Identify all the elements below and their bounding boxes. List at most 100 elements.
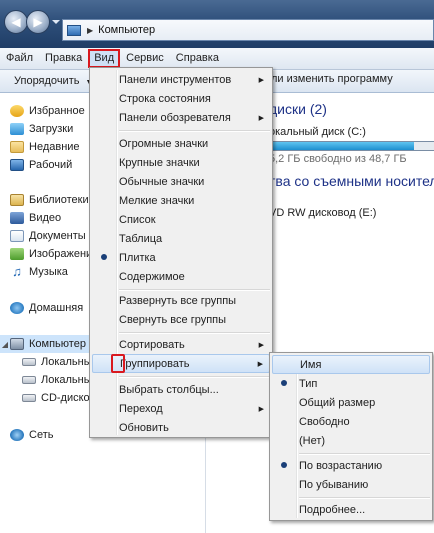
nav-homegroup[interactable]: Домашняя [0,299,92,317]
nav-label: Локальный [41,356,92,368]
menu-item-details[interactable]: Таблица [92,229,270,248]
pictures-library-icon [10,248,24,260]
star-icon [10,105,24,117]
nav-label: Компьютер [29,338,86,350]
menu-item-content[interactable]: Содержимое [92,267,270,286]
submenu-arrow-icon: ▶ [258,341,264,349]
nav-computer[interactable]: ◢ Компьютер [0,335,92,353]
recent-places-icon [10,141,24,153]
menu-item-large-icons[interactable]: Крупные значки [92,153,270,172]
nav-label: Библиотеки [29,194,89,206]
menu-item-extra-large-icons[interactable]: Огромные значки [92,134,270,153]
nav-desktop[interactable]: Рабочий [0,156,92,174]
radio-selected-icon [281,462,287,468]
menu-item-explorer-bars[interactable]: Панели обозревателя ▶ [92,108,270,127]
menu-view[interactable]: Вид [88,49,121,68]
menu-item-sort-by[interactable]: Сортировать ▶ [92,335,270,354]
menu-edit[interactable]: Правка [39,49,88,68]
submenu-arrow-icon: ▶ [258,114,264,122]
title-bar: ◀ ▶ ▶ Компьютер [0,0,434,48]
nav-libraries[interactable]: Библиотеки [0,191,92,209]
menu-item-medium-icons[interactable]: Обычные значки [92,172,270,191]
nav-downloads[interactable]: Загрузки [0,120,92,138]
nav-label: Рабочий [29,159,73,171]
nav-pictures[interactable]: Изображения [0,245,92,263]
organize-label: Упорядочить [14,75,80,87]
recent-pages-dropdown-icon[interactable] [52,20,60,24]
menu-item-tiles[interactable]: Плитка [92,248,270,267]
documents-library-icon [10,230,24,242]
menu-help[interactable]: Справка [170,49,225,68]
group-ascending[interactable]: По возрастанию [272,456,430,475]
disk-free-space: 5,2 ГБ свободно из 48,7 ГБ [269,153,407,165]
local-disk-c-label[interactable]: окальный диск (C:) [269,126,366,138]
breadcrumb-arrow-icon[interactable]: ▶ [87,26,93,35]
expand-icon[interactable]: ◢ [0,340,10,349]
back-arrow-icon: ◀ [11,15,21,29]
radio-selected-icon [101,254,107,260]
group-by-total-size[interactable]: Общий размер [272,393,430,412]
nav-network[interactable]: Сеть [0,426,92,444]
network-icon [10,429,24,441]
address-bar[interactable]: ▶ Компьютер [62,19,434,41]
menu-item-list[interactable]: Список [92,210,270,229]
nav-cd-drive[interactable]: CD-дисковод [0,389,92,407]
group-by-free-space[interactable]: Свободно [272,412,430,431]
nav-label: CD-дисковод [41,392,92,404]
nav-video[interactable]: Видео [0,209,92,227]
nav-label: Недавние [29,141,80,153]
local-disk-icon [22,376,36,384]
group-by-name[interactable]: Имя [272,355,430,374]
menu-item-status-bar[interactable]: Строка состояния [92,89,270,108]
music-library-icon: ♫ [12,264,22,279]
cd-drive-icon [22,394,36,402]
group-by-none[interactable]: (Нет) [272,431,430,450]
view-menu: Панели инструментов ▶ Строка состояния Па… [89,67,273,438]
disk-usage-bar [269,141,434,151]
submenu-arrow-icon: ▶ [257,360,263,368]
menu-separator [299,497,430,499]
computer-icon [67,24,81,36]
nav-recent[interactable]: Недавние [0,138,92,156]
submenu-arrow-icon: ▶ [258,405,264,413]
menu-item-refresh[interactable]: Обновить [92,418,270,437]
menu-separator [119,332,270,334]
menu-item-toolbars[interactable]: Панели инструментов ▶ [92,70,270,89]
group-by-submenu: Имя Тип Общий размер Свободно (Нет) По в… [269,352,433,521]
menu-separator [119,130,270,132]
menu-item-choose-columns[interactable]: Выбрать столбцы... [92,380,270,399]
back-button[interactable]: ◀ [4,10,28,34]
forward-button[interactable]: ▶ [26,10,50,34]
nav-favorites[interactable]: Избранное [0,102,92,120]
menu-tools[interactable]: Сервис [120,49,170,68]
menu-item-go-to[interactable]: Переход ▶ [92,399,270,418]
menu-item-expand-all-groups[interactable]: Развернуть все группы [92,291,270,310]
dvd-drive-label[interactable]: VD RW дисковод (E:) [269,207,376,219]
group-by-type[interactable]: Тип [272,374,430,393]
forward-arrow-icon: ▶ [33,15,43,29]
hard-disks-group-header[interactable]: диски (2) [269,101,327,117]
nav-music[interactable]: ♫ Музыка [0,263,92,281]
video-library-icon [10,212,24,224]
uninstall-program-button[interactable]: ли изменить программу [271,73,393,85]
removable-group-header[interactable]: тва со съемными носителя [269,173,434,189]
breadcrumb-computer[interactable]: Компьютер [98,24,155,36]
nav-label: Видео [29,212,62,224]
navigation-pane: Избранное Загрузки Недавние Рабочий Библ… [0,93,92,533]
organize-button[interactable]: Упорядочить▼ [14,75,92,87]
nav-local-disk-d[interactable]: Локальный [0,371,92,389]
nav-label: Музыка [29,266,68,278]
menu-item-collapse-all-groups[interactable]: Свернуть все группы [92,310,270,329]
group-descending[interactable]: По убыванию [272,475,430,494]
group-more[interactable]: Подробнее... [272,500,430,519]
nav-documents[interactable]: Документы [0,227,92,245]
menu-separator [299,453,430,455]
nav-label: Домашняя [29,302,84,314]
local-disk-icon [22,358,36,366]
nav-label: Избранное [29,105,85,117]
nav-label: Загрузки [29,123,74,135]
menu-file[interactable]: Файл [0,49,39,68]
menu-item-small-icons[interactable]: Мелкие значки [92,191,270,210]
nav-local-disk-c[interactable]: Локальный [0,353,92,371]
highlight-box [111,354,125,373]
